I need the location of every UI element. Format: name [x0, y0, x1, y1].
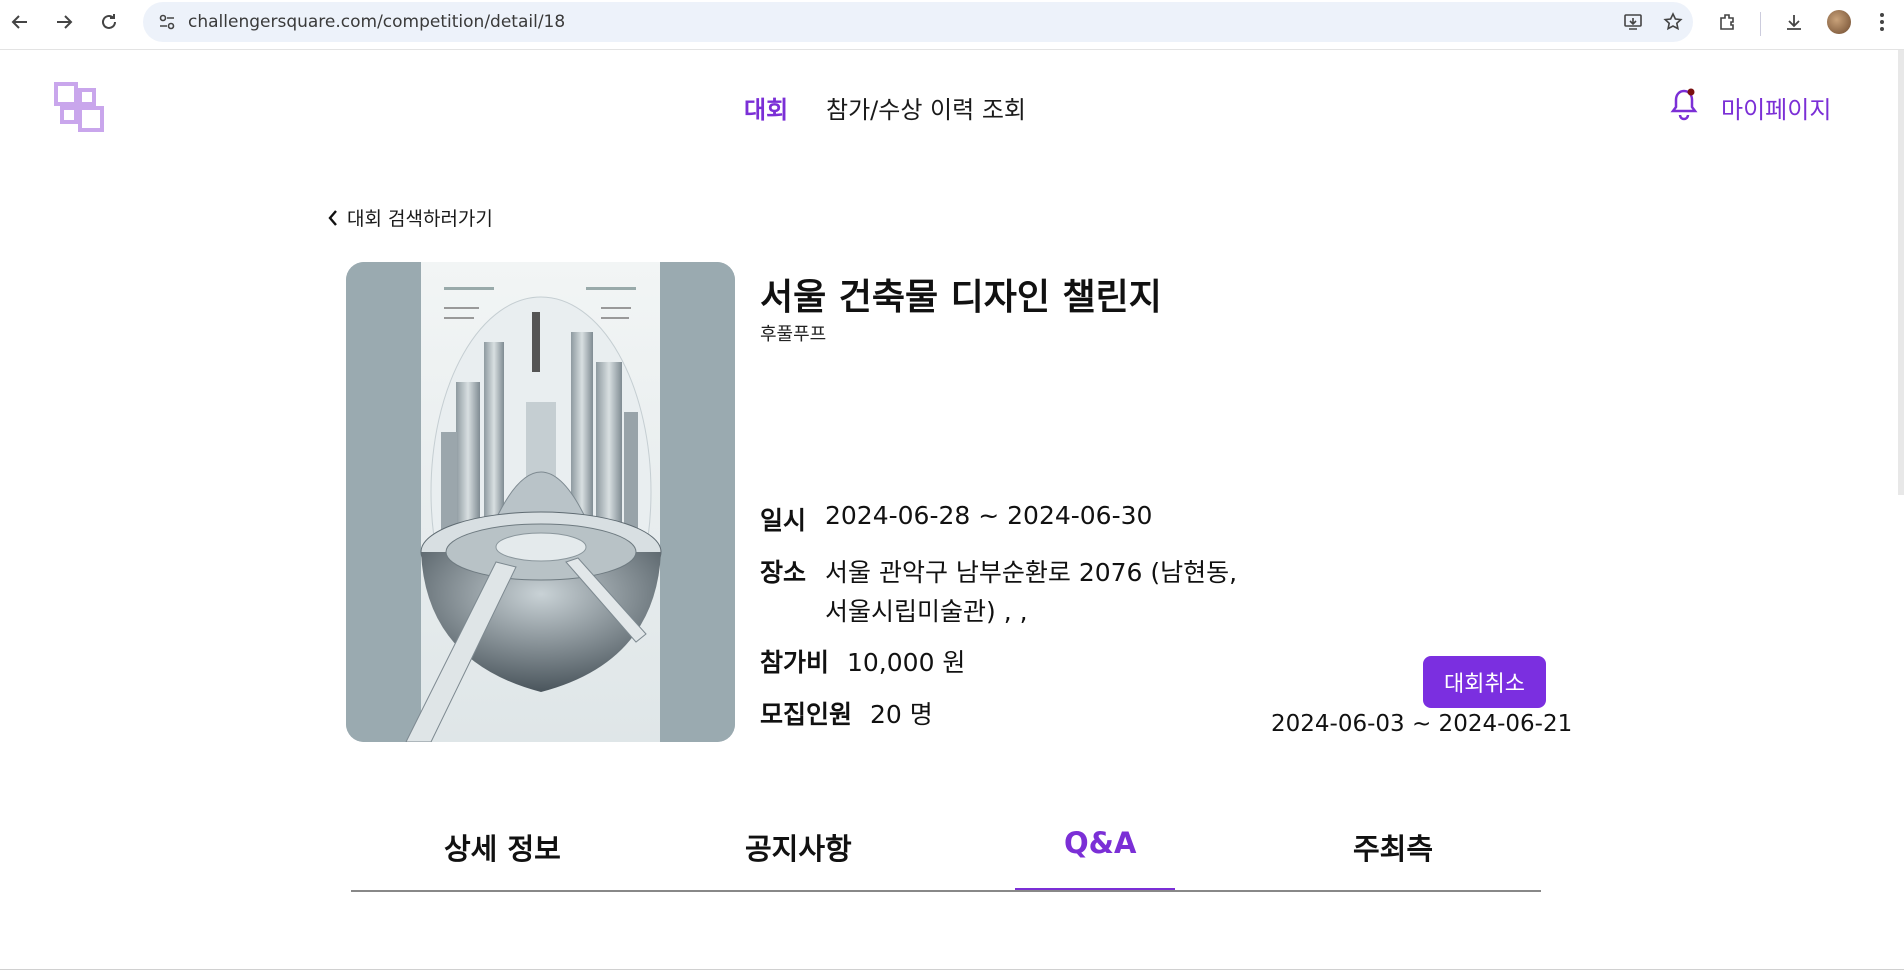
site-settings-icon[interactable] — [151, 6, 183, 38]
place-label: 장소 — [760, 558, 807, 587]
install-app-icon[interactable] — [1617, 6, 1649, 38]
mypage-link[interactable]: 마이페이지 — [1721, 90, 1831, 125]
tab-notices[interactable]: 공지사항 — [745, 826, 852, 868]
active-tab-indicator — [1015, 888, 1175, 890]
tab-details[interactable]: 상세 정보 — [444, 826, 561, 868]
place-value-line2: 서울시립미술관) , , — [825, 597, 1028, 626]
download-icon[interactable] — [1778, 6, 1810, 38]
application-period: 2024-06-03 ~ 2024-06-21 — [1271, 711, 1573, 737]
place-value-line1: 서울 관악구 남부순환로 2076 (남현동, — [825, 558, 1238, 587]
extensions-icon[interactable] — [1711, 6, 1743, 38]
tab-qna[interactable]: Q&A — [1064, 826, 1136, 860]
forward-arrow-icon[interactable] — [48, 6, 80, 38]
page-bottom-divider — [0, 969, 1904, 970]
nav-competition[interactable]: 대회 — [744, 90, 788, 125]
reload-icon[interactable] — [93, 6, 125, 38]
cancel-competition-button[interactable]: 대회취소 — [1423, 656, 1546, 708]
chevron-left-icon — [328, 209, 337, 226]
address-bar[interactable]: challengersquare.com/competition/detail/… — [143, 2, 1693, 42]
fee-label: 참가비 — [760, 648, 830, 677]
date-label: 일시 — [760, 506, 807, 535]
url-text[interactable]: challengersquare.com/competition/detail/… — [188, 2, 565, 42]
fee-value: 10,000 원 — [847, 648, 966, 677]
detail-tabs: 상세 정보 공지사항 Q&A 주최측 — [351, 802, 1541, 892]
capacity-label: 모집인원 — [760, 700, 853, 729]
notification-bell-icon[interactable] — [1668, 86, 1700, 122]
logo[interactable] — [54, 82, 106, 134]
capacity-value: 20 명 — [870, 700, 933, 729]
back-link-label: 대회 검색하러가기 — [347, 208, 493, 230]
back-to-search-link[interactable]: 대회 검색하러가기 — [327, 204, 493, 231]
organizer-name: 후풀푸프 — [760, 324, 827, 345]
avatar — [1827, 10, 1851, 34]
browser-toolbar: challengersquare.com/competition/detail/… — [0, 0, 1904, 50]
profile-avatar[interactable] — [1823, 6, 1855, 38]
site-header: 대회 참가/수상 이력 조회 마이페이지 — [0, 50, 1904, 162]
tab-organizer[interactable]: 주최측 — [1353, 826, 1433, 868]
nav-history[interactable]: 참가/수상 이력 조회 — [826, 90, 1026, 125]
competition-poster-image — [346, 262, 735, 742]
back-arrow-icon[interactable] — [4, 6, 36, 38]
page-scrollbar[interactable] — [1898, 50, 1904, 495]
date-value: 2024-06-28 ~ 2024-06-30 — [825, 501, 1153, 530]
toolbar-divider — [1760, 12, 1761, 36]
menu-dots-icon[interactable] — [1866, 6, 1898, 38]
bookmark-star-icon[interactable] — [1657, 6, 1689, 38]
competition-title: 서울 건축물 디자인 챌린지 — [760, 277, 1162, 318]
